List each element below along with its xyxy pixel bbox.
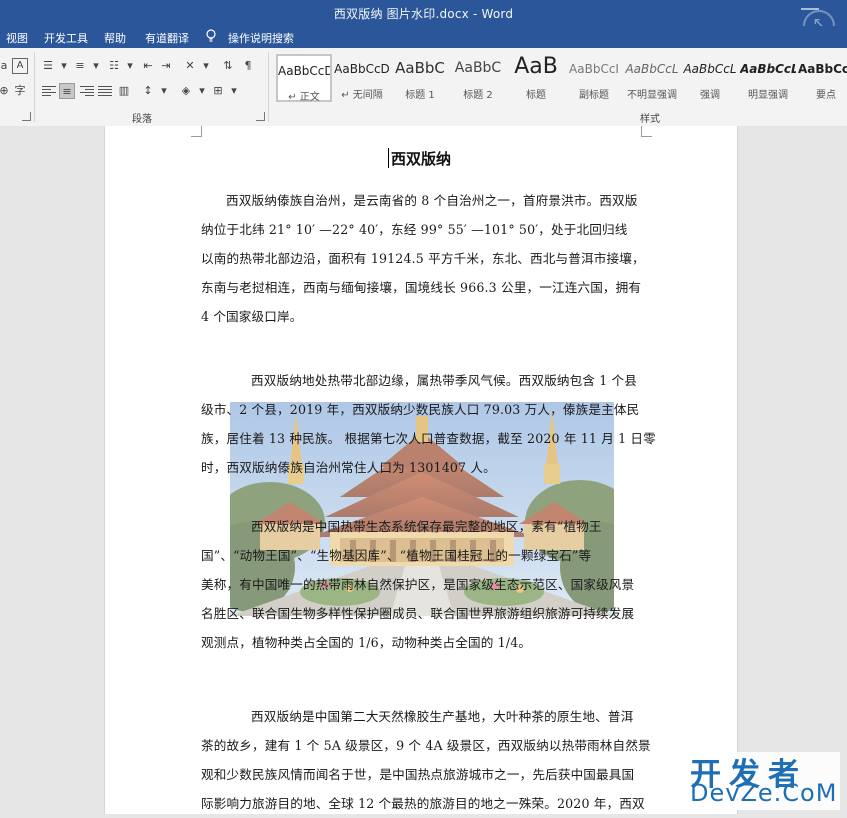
menu-bar: 视图 开发工具 帮助 有道翻译 操作说明搜索 bbox=[0, 26, 847, 48]
numbering-icon[interactable]: ≡ bbox=[72, 58, 88, 74]
text-line: 东南与老挝相连，西南与缅甸接壤，国境线长 966.3 公里，一江连六国，拥有 bbox=[201, 280, 642, 295]
justify-icon[interactable] bbox=[98, 86, 112, 98]
text-line: 4 个国家级口岸。 bbox=[201, 309, 303, 324]
text-line: 以南的热带北部边沿，面积有 19124.5 平方千米，东北、西北与普洱市接壤， bbox=[201, 251, 645, 266]
style-heading-1[interactable]: AaBbC 标题 1 bbox=[392, 54, 448, 102]
site-watermark-bottom: DevZe.CoM bbox=[690, 779, 838, 807]
text-line: 观和少数民族风情而闻名于世，是中国热点旅游城市之一，先后获中国最具国 bbox=[201, 767, 635, 782]
text-line: 级市、2 个县，2019 年，西双版纳少数民族人口 79.03 万人，傣族是主体… bbox=[201, 402, 640, 417]
align-center-icon[interactable]: ≡ bbox=[59, 83, 75, 99]
bullets-icon[interactable]: ☰ bbox=[40, 58, 56, 74]
numbering-dropdown-icon[interactable]: ▾ bbox=[88, 58, 104, 74]
tell-me-search[interactable]: 操作说明搜索 bbox=[228, 30, 294, 46]
styles-gallery: AaBbCcD ↵ 正文 AaBbCcD ↵ 无间隔 AaBbC 标题 1 Aa… bbox=[272, 52, 847, 106]
font-dialog-launcher[interactable] bbox=[22, 112, 31, 121]
borders-dropdown-icon[interactable]: ▾ bbox=[226, 83, 242, 99]
text-line: 纳位于北纬 21° 10′ —22° 40′，东经 99° 55′ —101° … bbox=[201, 222, 628, 237]
decrease-indent-icon[interactable]: ⇤ bbox=[140, 58, 156, 74]
borders-icon[interactable]: ⊞ bbox=[210, 83, 226, 99]
line-spacing-icon[interactable]: ↕ bbox=[140, 83, 156, 99]
paragraph-dialog-launcher[interactable] bbox=[256, 112, 265, 121]
bullets-dropdown-icon[interactable]: ▾ bbox=[56, 58, 72, 74]
document-page[interactable]: 西双版纳 西双版纳傣族自治州，是云南省的 8 个自治州之一，首府景洪市。西双版 … bbox=[104, 126, 738, 814]
phonetic-guide-icon[interactable]: ⊕ bbox=[0, 83, 12, 99]
title-bar: 西双版纳 图片水印.docx - Word ↑ bbox=[0, 0, 847, 42]
lightbulb-icon bbox=[206, 29, 216, 42]
text-line: 西双版纳是中国热带生态系统保存最完整的地区，素有“植物王 bbox=[251, 519, 602, 534]
tab-developer[interactable]: 开发工具 bbox=[44, 30, 88, 46]
paragraph-4[interactable]: 西双版纳是中国第二大天然橡胶生产基地，大叶种茶的原生地、普洱 茶的故乡，建有 1… bbox=[201, 702, 651, 818]
paragraph-3[interactable]: 西双版纳是中国热带生态系统保存最完整的地区，素有“植物王 国”、“动物王国”、“… bbox=[201, 512, 641, 657]
chinese-layout-icon[interactable]: ✕ bbox=[182, 58, 198, 74]
character-border-icon[interactable]: A bbox=[12, 58, 28, 74]
style-subtitle[interactable]: AaBbCcI 副标题 bbox=[566, 54, 622, 102]
text-line: 美称，有中国唯一的热带雨林自然保护区，是国家级生态示范区、国家级风景 bbox=[201, 577, 635, 592]
increase-indent-icon[interactable]: ⇥ bbox=[158, 58, 174, 74]
style-title[interactable]: AaB 标题 bbox=[508, 54, 564, 102]
site-watermark-logo: 开发者 DevZe.CoM bbox=[688, 752, 840, 810]
ribbon: a A ⊕ 字 ☰ ▾ ≡ ▾ ☷ ▾ ⇤ ⇥ ✕ ▾ ⇅ ¶ ≡ ▥ ↕ ▾ … bbox=[0, 48, 847, 127]
multilevel-list-icon[interactable]: ☷ bbox=[106, 58, 122, 74]
text-line: 西双版纳地处热带北部边缘，属热带季风气候。西双版纳包含 1 个县 bbox=[251, 373, 638, 388]
document-area[interactable]: 西双版纳 西双版纳傣族自治州，是云南省的 8 个自治州之一，首府景洪市。西双版 … bbox=[0, 126, 847, 814]
text-line: 时，西双版纳傣族自治州常住人口为 1301407 人。 bbox=[201, 460, 496, 475]
text-line: 国”、“动物王国”、“生物基因库”、“植物王国桂冠上的一颗绿宝石”等 bbox=[201, 548, 592, 563]
text-line: 茶的故乡，建有 1 个 5A 级景区，9 个 4A 级景区，西双版纳以热带雨林自… bbox=[201, 738, 651, 753]
tab-help[interactable]: 帮助 bbox=[104, 30, 126, 46]
line-spacing-dropdown-icon[interactable]: ▾ bbox=[156, 83, 172, 99]
tab-view[interactable]: 视图 bbox=[6, 30, 28, 46]
style-strong[interactable]: AaBbCcD 要点 bbox=[798, 54, 847, 102]
sort-icon[interactable]: ⇅ bbox=[220, 58, 236, 74]
chinese-layout-dropdown-icon[interactable]: ▾ bbox=[198, 58, 214, 74]
text-line: 西双版纳是中国第二大天然橡胶生产基地，大叶种茶的原生地、普洱 bbox=[251, 709, 634, 724]
text-line: 名胜区、联合国生物多样性保护圈成员、联合国世界旅游组织旅游可持续发展 bbox=[201, 606, 635, 621]
text-line: 族，居住着 13 种民族。 根据第七次人口普查数据，截至 2020 年 11 月… bbox=[201, 431, 656, 446]
paragraph-group-label: 段落 bbox=[132, 114, 152, 125]
multilevel-dropdown-icon[interactable]: ▾ bbox=[122, 58, 138, 74]
text-cursor bbox=[388, 148, 389, 168]
paragraph-2[interactable]: 西双版纳地处热带北部边缘，属热带季风气候。西双版纳包含 1 个县 级市、2 个县… bbox=[201, 366, 656, 482]
style-heading-2[interactable]: AaBbC 标题 2 bbox=[450, 54, 506, 102]
window-title: 西双版纳 图片水印.docx - Word bbox=[333, 7, 514, 21]
style-subtle-emphasis[interactable]: AaBbCcL 不明显强调 bbox=[624, 54, 680, 102]
tab-youdao-translate[interactable]: 有道翻译 bbox=[145, 30, 189, 46]
text-line: 西双版纳傣族自治州，是云南省的 8 个自治州之一，首府景洪市。西双版 bbox=[226, 193, 638, 208]
paragraph-1[interactable]: 西双版纳傣族自治州，是云南省的 8 个自治州之一，首府景洪市。西双版 纳位于北纬… bbox=[201, 186, 645, 331]
show-formatting-icon[interactable]: ¶ bbox=[240, 58, 256, 74]
margin-corner-mark bbox=[191, 126, 202, 137]
align-left-icon[interactable] bbox=[42, 86, 56, 98]
margin-corner-mark bbox=[641, 126, 652, 137]
style-emphasis[interactable]: AaBbCcL 强调 bbox=[682, 54, 738, 102]
shading-icon[interactable]: ◈ bbox=[178, 83, 194, 99]
enclose-character-icon[interactable]: 字 bbox=[12, 83, 28, 99]
styles-group-label: 样式 bbox=[640, 114, 660, 125]
text-line: 观测点，植物种类占全国的 1/6，动物种类占全国的 1/4。 bbox=[201, 635, 532, 650]
distributed-icon[interactable]: ▥ bbox=[116, 83, 132, 99]
shading-dropdown-icon[interactable]: ▾ bbox=[194, 83, 210, 99]
font-tool-icon[interactable]: a bbox=[0, 58, 12, 74]
align-right-icon[interactable] bbox=[80, 86, 94, 98]
document-title[interactable]: 西双版纳 bbox=[105, 148, 737, 169]
style-normal[interactable]: AaBbCcD ↵ 正文 bbox=[276, 54, 332, 103]
style-no-spacing[interactable]: AaBbCcD ↵ 无间隔 bbox=[334, 54, 390, 102]
style-intense-emphasis[interactable]: AaBbCcL 明显强调 bbox=[740, 54, 796, 102]
